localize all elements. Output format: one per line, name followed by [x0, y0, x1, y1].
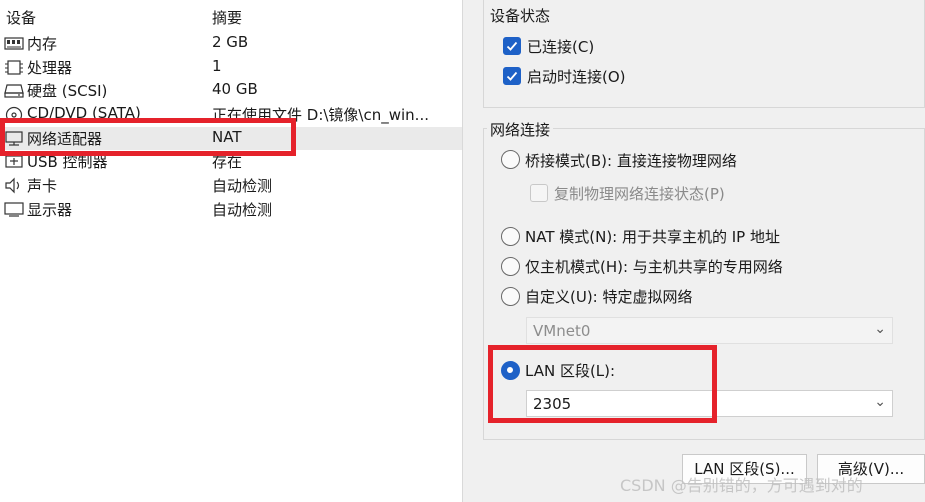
device-summary: NAT [212, 128, 242, 146]
device-summary: 正在使用文件 D:\镜像\cn_win... [212, 106, 429, 124]
device-row-cd-dvd[interactable]: CD/DVD (SATA) 正在使用文件 D:\镜像\cn_win... [0, 103, 462, 126]
device-row-display[interactable]: 显示器 自动检测 [0, 198, 462, 221]
cd-dvd-icon [5, 106, 23, 123]
chevron-down-icon: ⌄ [874, 321, 886, 337]
chevron-down-icon: ⌄ [874, 394, 886, 410]
checkmark-icon [506, 41, 518, 51]
custom-label: 自定义(U): 特定虚拟网络 [525, 288, 693, 306]
device-name: 显示器 [27, 201, 73, 219]
network-connection-title: 网络连接 [487, 119, 554, 140]
device-row-sound[interactable]: 声卡 自动检测 [0, 174, 462, 197]
connect-on-start-checkbox[interactable] [503, 67, 521, 85]
device-list-pane: 设备 摘要 内存 2 GB 处理器 1 硬盘 (SCSI) 40 GB CD/D… [0, 0, 462, 502]
custom-network-select[interactable]: VMnet0 ⌄ [526, 317, 893, 344]
nat-label: NAT 模式(N): 用于共享主机的 IP 地址 [525, 228, 781, 246]
device-name: 声卡 [27, 177, 58, 195]
replicate-label: 复制物理网络连接状态(P) [554, 185, 725, 203]
bridged-radio[interactable] [501, 150, 520, 169]
monitor-icon [4, 202, 24, 217]
checkmark-icon [506, 71, 518, 81]
csdn-watermark: CSDN @告别错的，方可遇到对的 [620, 476, 863, 495]
device-row-memory[interactable]: 内存 2 GB [0, 32, 462, 55]
processor-icon [5, 60, 23, 75]
lan-segment-value: 2305 [533, 395, 572, 413]
settings-pane: 设备状态 已连接(C) 启动时连接(O) 网络连接 桥接模式(B): 直接连接物… [463, 0, 925, 502]
device-name: USB 控制器 [27, 153, 108, 171]
summary-column-header[interactable]: 摘要 [212, 7, 242, 28]
custom-radio[interactable] [501, 287, 520, 306]
device-name: 内存 [27, 35, 58, 53]
custom-network-value: VMnet0 [533, 322, 591, 340]
device-row-usb[interactable]: USB 控制器 存在 [0, 150, 462, 173]
memory-icon [4, 37, 24, 50]
device-summary: 自动检测 [212, 201, 273, 219]
device-name: 处理器 [27, 59, 73, 77]
lan-segment-select[interactable]: 2305 ⌄ [526, 390, 893, 417]
device-summary: 存在 [212, 153, 243, 171]
lan-segment-radio[interactable] [501, 361, 520, 380]
device-summary: 自动检测 [212, 177, 273, 195]
network-adapter-icon [5, 131, 23, 146]
host-only-radio[interactable] [501, 257, 520, 276]
device-name: 网络适配器 [27, 130, 103, 148]
host-only-label: 仅主机模式(H): 与主机共享的专用网络 [525, 258, 783, 276]
device-name: CD/DVD (SATA) [27, 104, 141, 122]
usb-icon [5, 155, 23, 168]
speaker-icon [5, 177, 20, 194]
device-row-harddisk[interactable]: 硬盘 (SCSI) 40 GB [0, 79, 462, 102]
lan-segment-label: LAN 区段(L): [525, 362, 616, 380]
device-column-header[interactable]: 设备 [6, 7, 36, 28]
device-summary: 40 GB [212, 80, 258, 98]
nat-radio[interactable] [501, 227, 520, 246]
bridged-label: 桥接模式(B): 直接连接物理网络 [525, 152, 737, 170]
harddisk-icon [4, 84, 24, 98]
device-row-processor[interactable]: 处理器 1 [0, 56, 462, 79]
connected-label: 已连接(C) [527, 38, 595, 56]
device-summary: 1 [212, 57, 222, 75]
replicate-checkbox[interactable] [530, 184, 548, 202]
device-row-network-adapter[interactable]: 网络适配器 NAT [0, 127, 462, 150]
device-name: 硬盘 (SCSI) [27, 82, 108, 100]
connect-on-start-label: 启动时连接(O) [527, 68, 626, 86]
device-status-title: 设备状态 [487, 5, 554, 26]
device-summary: 2 GB [212, 33, 249, 51]
connected-checkbox[interactable] [503, 37, 521, 55]
